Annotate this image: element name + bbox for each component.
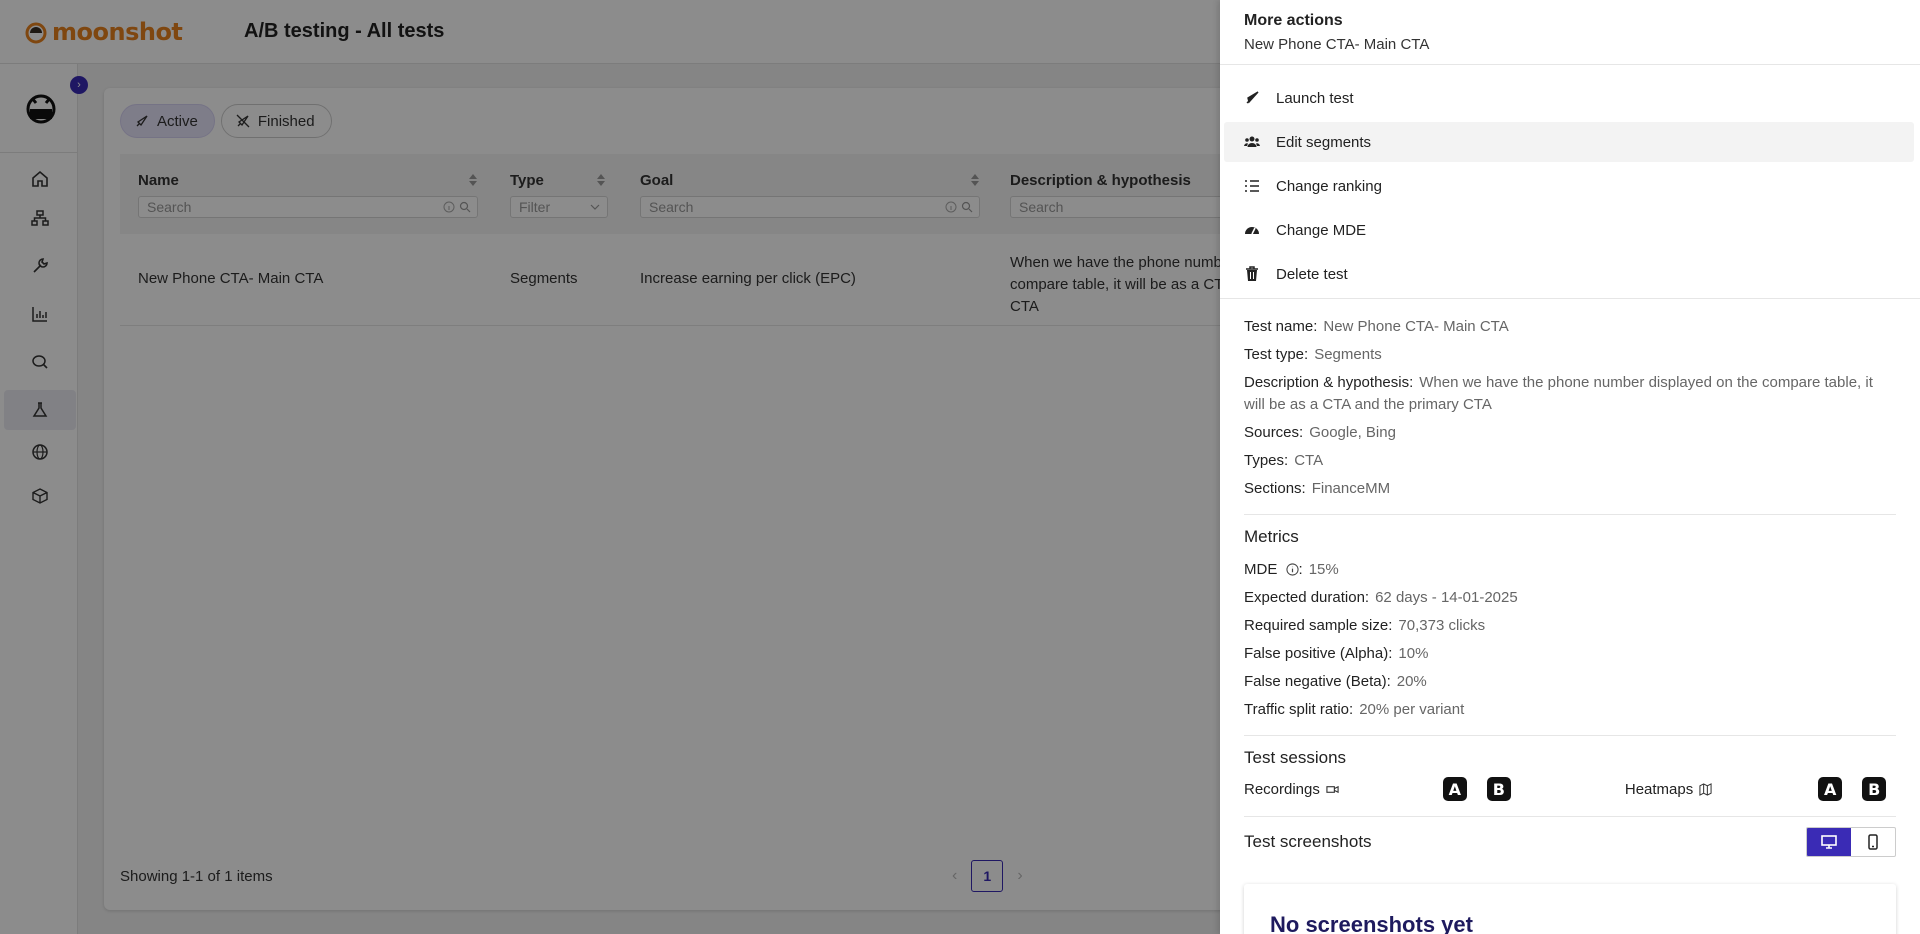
detail-label: Description & hypothesis: (1244, 374, 1414, 391)
sessions-row: Recordings A B Heatmaps A B (1244, 772, 1892, 806)
recording-variant-a-button[interactable]: A (1442, 777, 1467, 801)
recordings-label: Recordings (1244, 780, 1320, 798)
detail-sections: Sections: FinanceMM (1244, 478, 1892, 500)
metrics-title: Metrics (1244, 527, 1299, 546)
test-sessions-title: Test sessions (1244, 748, 1347, 767)
metric-label: MDE (1244, 561, 1278, 578)
action-label: Delete test (1276, 265, 1348, 283)
test-screenshots-title: Test screenshots (1244, 832, 1372, 851)
drawer-subtitle: New Phone CTA- Main CTA (1244, 36, 1430, 53)
detail-label: Types: (1244, 452, 1289, 469)
heatmap-variant-b-button[interactable]: B (1862, 777, 1887, 801)
device-toggle (1806, 827, 1896, 857)
detail-value: FinanceMM (1311, 480, 1391, 497)
heatmap-variant-a-button[interactable]: A (1818, 777, 1843, 801)
desktop-icon (1821, 835, 1837, 849)
detail-label: Test name: (1244, 318, 1318, 335)
metric-label: False negative (Beta): (1244, 673, 1391, 690)
screenshots-header: Test screenshots (1244, 827, 1896, 857)
more-actions-drawer: More actions New Phone CTA- Main CTA Lau… (1220, 0, 1920, 934)
metric-value: 15% (1308, 561, 1339, 578)
detail-description: Description & hypothesis: When we have th… (1244, 372, 1892, 416)
screenshots-empty-card: No screenshots yet (1244, 884, 1896, 934)
delete-test-action[interactable]: Delete test (1224, 254, 1914, 294)
modal-backdrop[interactable] (0, 0, 1220, 934)
metric-value: 20% per variant (1359, 701, 1465, 718)
detail-label: Sources: (1244, 424, 1304, 441)
metric-label: Expected duration: (1244, 589, 1370, 606)
rocket-icon (1246, 91, 1259, 104)
change-ranking-action[interactable]: Change ranking (1224, 166, 1914, 206)
mobile-toggle-button[interactable] (1851, 828, 1895, 856)
map-icon (1699, 782, 1712, 796)
edit-segments-action[interactable]: Edit segments (1224, 122, 1914, 162)
drawer-divider (1220, 64, 1920, 65)
detail-value: Google, Bing (1309, 424, 1396, 441)
section-divider (1244, 735, 1896, 736)
action-label: Launch test (1276, 89, 1354, 107)
metric-value: 62 days - 14-01-2025 (1375, 589, 1518, 606)
actions-list: Launch test Edit segments Change ranking… (1224, 78, 1920, 298)
change-mde-action[interactable]: Change MDE (1224, 210, 1914, 250)
detail-test-type: Test type: Segments (1244, 344, 1892, 366)
video-icon (1326, 785, 1339, 793)
detail-label: Test type: (1244, 346, 1309, 363)
metric-traffic-split: Traffic split ratio: 20% per variant (1244, 699, 1892, 721)
trash-icon (1246, 266, 1258, 281)
drawer-header: More actions New Phone CTA- Main CTA (1244, 10, 1429, 53)
detail-test-name: Test name: New Phone CTA- Main CTA (1244, 316, 1892, 338)
action-label: Edit segments (1276, 133, 1372, 151)
metric-value: 70,373 clicks (1398, 617, 1486, 634)
metric-expected-duration: Expected duration: 62 days - 14-01-2025 (1244, 587, 1892, 609)
drawer-title: More actions (1244, 12, 1343, 29)
metric-beta: False negative (Beta): 20% (1244, 671, 1892, 693)
metric-mde: MDE :15% (1244, 561, 1339, 578)
metric-sample-size: Required sample size: 70,373 clicks (1244, 615, 1892, 637)
action-label: Change ranking (1276, 177, 1382, 195)
gauge-icon (1245, 227, 1259, 235)
test-details: Test name: New Phone CTA- Main CTA Test t… (1244, 316, 1896, 857)
users-icon (1244, 136, 1260, 147)
section-divider (1244, 816, 1896, 817)
detail-value: CTA (1294, 452, 1324, 469)
metric-label: Required sample size: (1244, 617, 1393, 634)
launch-test-action[interactable]: Launch test (1224, 78, 1914, 118)
detail-types: Types: CTA (1244, 450, 1892, 472)
action-label: Change MDE (1276, 221, 1367, 239)
metric-alpha: False positive (Alpha): 10% (1244, 643, 1892, 665)
mobile-icon (1868, 834, 1878, 850)
metric-value: 20% (1396, 673, 1427, 690)
detail-value: New Phone CTA- Main CTA (1323, 318, 1509, 335)
list-ordered-icon (1245, 180, 1259, 192)
info-icon[interactable] (1285, 563, 1299, 576)
drawer-divider (1220, 298, 1920, 299)
metric-label: False positive (Alpha): (1244, 645, 1393, 662)
detail-sources: Sources: Google, Bing (1244, 422, 1892, 444)
metric-value: 10% (1398, 645, 1429, 662)
empty-state-title: No screenshots yet (1270, 912, 1473, 934)
heatmaps-label: Heatmaps (1624, 780, 1694, 798)
recording-variant-b-button[interactable]: B (1486, 777, 1511, 801)
detail-value: Segments (1314, 346, 1382, 363)
desktop-toggle-button[interactable] (1807, 828, 1851, 856)
metric-label: Traffic split ratio: (1244, 701, 1354, 718)
detail-label: Sections: (1244, 480, 1306, 497)
section-divider (1244, 514, 1896, 515)
